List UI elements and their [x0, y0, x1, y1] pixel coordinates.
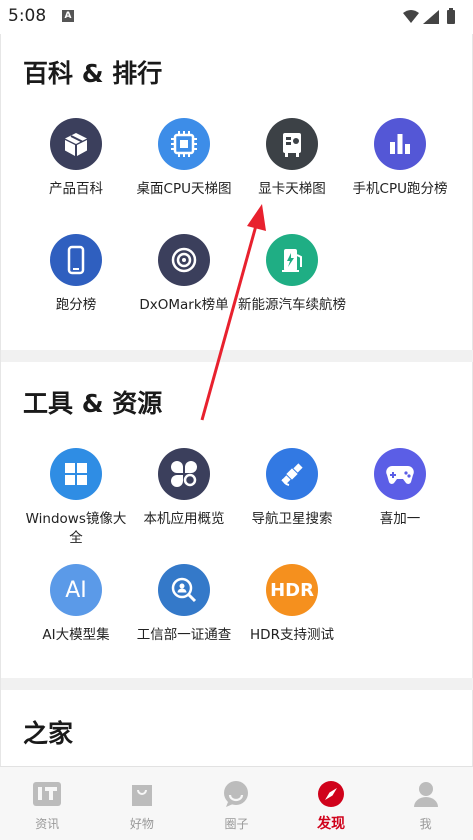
item-label: AI大模型集: [42, 627, 110, 643]
tab-news[interactable]: 资讯: [0, 767, 95, 840]
charging-station-icon: [266, 234, 318, 286]
ai-text-icon: AI: [50, 564, 102, 616]
section-divider: [1, 678, 473, 690]
item-label: 工信部一证通查: [136, 627, 232, 643]
grid-item-mobile-cpu[interactable]: 手机CPU跑分榜: [341, 118, 459, 199]
grid-item-hdr-test[interactable]: HDR HDR支持测试: [233, 564, 351, 645]
item-label: 本机应用概览: [143, 511, 225, 527]
section-title-tools: 工具 & 资源: [23, 389, 163, 418]
shopping-bag-icon: [127, 779, 157, 809]
status-bar: 5:08 A: [0, 0, 473, 34]
grid-item-ev-range[interactable]: 新能源汽车续航榜: [233, 234, 351, 315]
grid-item-desktop-cpu[interactable]: 桌面CPU天梯图: [125, 118, 243, 199]
grid-item-dxomark[interactable]: DxOMark榜单: [125, 234, 243, 315]
grid-item-free-games[interactable]: 喜加一: [341, 448, 459, 529]
signal-icon: [423, 10, 439, 24]
cpu-chip-icon: [158, 118, 210, 170]
grid-item-benchmark[interactable]: 跑分榜: [17, 234, 135, 315]
section-title-rankings: 百科 & 排行: [23, 59, 163, 88]
item-label: Windows镜像大全: [25, 511, 127, 546]
item-label: 桌面CPU天梯图: [136, 181, 232, 197]
gamepad-icon: [374, 448, 426, 500]
item-label: 产品百科: [49, 181, 103, 197]
bar-chart-icon: [374, 118, 426, 170]
graphics-card-icon: [266, 118, 318, 170]
tab-me[interactable]: 我: [378, 767, 473, 840]
battery-icon: [447, 10, 455, 24]
discover-screen: 百科 & 排行 产品百科 桌面CPU天梯图 显卡天梯图 手机CPU跑分榜 跑分榜: [0, 34, 473, 766]
bottom-tab-bar: 资讯 好物 圈子 发现 我: [0, 766, 473, 840]
tab-label: 发现: [317, 816, 346, 832]
grid-item-ai-models[interactable]: AI AI大模型集: [17, 564, 135, 645]
chat-bubble-icon: [221, 779, 251, 809]
windows-logo-icon: [50, 448, 102, 500]
tab-goods[interactable]: 好物: [95, 767, 190, 840]
grid-item-windows-images[interactable]: Windows镜像大全: [17, 448, 135, 548]
tab-label: 好物: [129, 817, 154, 831]
grid-item-gpu-ladder[interactable]: 显卡天梯图: [233, 118, 351, 199]
grid-item-product-wiki[interactable]: 产品百科: [17, 118, 135, 199]
person-icon: [411, 779, 441, 809]
item-label: HDR支持测试: [250, 627, 334, 643]
apps-clover-icon: [158, 448, 210, 500]
notification-icon: A: [62, 10, 74, 22]
item-label: 导航卫星搜索: [251, 511, 333, 527]
camera-lens-icon: [158, 234, 210, 286]
item-label: 显卡天梯图: [258, 181, 326, 197]
item-label: DxOMark榜单: [139, 297, 229, 313]
it-logo-icon: [32, 779, 62, 809]
box-icon: [50, 118, 102, 170]
grid-item-satellite-search[interactable]: 导航卫星搜索: [233, 448, 351, 529]
wifi-icon: [403, 10, 419, 23]
status-time: 5:08: [8, 6, 47, 26]
grid-item-app-overview[interactable]: 本机应用概览: [125, 448, 243, 529]
item-label: 跑分榜: [55, 297, 97, 313]
item-label: 新能源汽车续航榜: [238, 297, 346, 313]
id-search-icon: [158, 564, 210, 616]
section-title-home: 之家: [23, 719, 74, 748]
item-label: 手机CPU跑分榜: [352, 181, 448, 197]
item-label: 喜加一: [379, 511, 421, 527]
tab-label: 圈子: [224, 817, 249, 831]
phone-icon: [50, 234, 102, 286]
tab-circle[interactable]: 圈子: [189, 767, 284, 840]
section-divider: [1, 350, 473, 362]
status-icons: [403, 8, 455, 24]
satellite-icon: [266, 448, 318, 500]
grid-item-miit-check[interactable]: 工信部一证通查: [125, 564, 243, 645]
tab-discover[interactable]: 发现: [284, 767, 379, 840]
hdr-text-icon: HDR: [266, 564, 318, 616]
compass-icon: [316, 779, 346, 809]
tab-label: 资讯: [35, 817, 60, 831]
tab-label: 我: [419, 817, 432, 831]
